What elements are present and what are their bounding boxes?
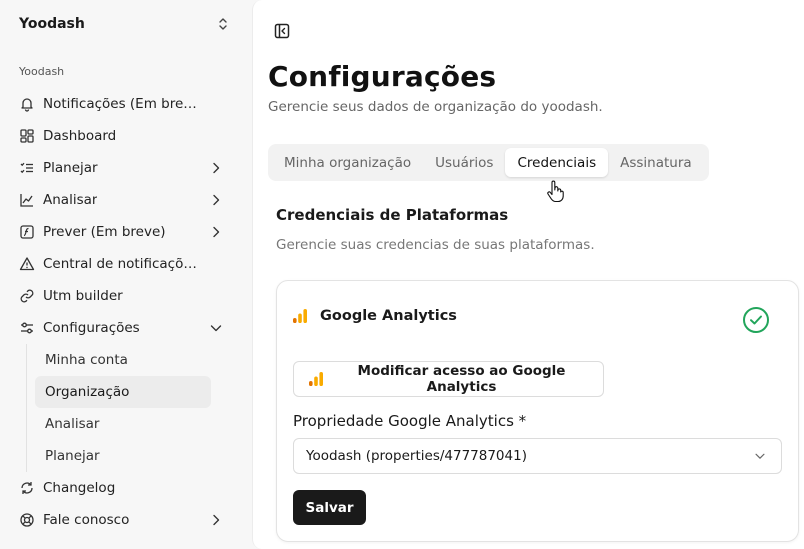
sidebar-item-label: Configurações xyxy=(43,320,140,336)
sidebar-item-label: Utm builder xyxy=(43,288,123,304)
section-title: Credenciais de Plataformas xyxy=(276,206,509,224)
chevron-right-icon xyxy=(208,192,224,208)
toggle-sidebar-icon[interactable] xyxy=(273,22,291,40)
check-circle-icon xyxy=(742,306,770,334)
bell-icon xyxy=(19,96,35,112)
card-title: Google Analytics xyxy=(320,308,457,324)
property-field-label: Propriedade Google Analytics * xyxy=(293,412,527,430)
tab-assinatura[interactable]: Assinatura xyxy=(608,148,704,177)
sidebar-item-label: Prever (Em breve) xyxy=(43,224,166,240)
refresh-icon xyxy=(19,480,35,496)
chevron-down-icon xyxy=(753,449,767,467)
chevron-right-icon xyxy=(208,512,224,528)
sidebar-item-configuracoes[interactable]: Configurações xyxy=(8,312,232,344)
main-content: Configurações Gerencie seus dados de org… xyxy=(252,0,804,549)
modify-button-label: Modificar acesso ao Google Analytics xyxy=(357,363,566,395)
save-button[interactable]: Salvar xyxy=(293,490,366,525)
sidebar-item-label: Notificações (Em breve) xyxy=(43,96,198,112)
sidebar-item-label: Planejar xyxy=(43,160,98,176)
sidebar-item-label: Central de notificações xyxy=(43,256,198,272)
settings-icon xyxy=(19,320,35,336)
tab-minha-organizacao[interactable]: Minha organização xyxy=(272,148,423,177)
sidebar-item-central-notificacoes[interactable]: Central de notificações xyxy=(8,248,232,280)
configuracoes-submenu: Minha conta Organização Analisar Planeja… xyxy=(26,344,232,472)
sidebar-item-dashboard[interactable]: Dashboard xyxy=(8,120,232,152)
property-select-value: Yoodash (properties/477787041) xyxy=(306,448,527,464)
warning-icon xyxy=(19,256,35,272)
property-select[interactable]: Yoodash (properties/477787041) xyxy=(293,438,782,474)
sidebar-item-analisar[interactable]: Analisar xyxy=(8,184,232,216)
sidebar: Yoodash Yoodash Notificações (Em breve) … xyxy=(0,0,250,549)
workspace-switcher[interactable]: Yoodash xyxy=(8,8,240,40)
card-header: Google Analytics xyxy=(292,308,457,324)
sidebar-item-utm-builder[interactable]: Utm builder xyxy=(8,280,232,312)
support-icon xyxy=(19,512,35,528)
submenu-item-planejar[interactable]: Planejar xyxy=(35,440,211,472)
sidebar-item-label: Analisar xyxy=(43,192,98,208)
google-analytics-logo-icon xyxy=(308,371,324,387)
google-analytics-card: Google Analytics Modificar acesso ao Goo… xyxy=(276,280,799,542)
submenu-item-organizacao[interactable]: Organização xyxy=(35,376,211,408)
line-chart-icon xyxy=(19,192,35,208)
link-icon xyxy=(19,288,35,304)
forecast-icon xyxy=(19,224,35,240)
list-check-icon xyxy=(19,160,35,176)
workspace-name: Yoodash xyxy=(19,16,85,32)
sidebar-item-label: Changelog xyxy=(43,480,116,496)
sidebar-group-label: Yoodash xyxy=(19,65,65,78)
modify-google-analytics-access-button[interactable]: Modificar acesso ao Google Analytics xyxy=(293,361,604,397)
section-description: Gerencie suas credencias de suas platafo… xyxy=(276,237,595,253)
sidebar-item-label: Fale conosco xyxy=(43,512,130,528)
sidebar-item-planejar[interactable]: Planejar xyxy=(8,152,232,184)
sidebar-item-changelog[interactable]: Changelog xyxy=(8,472,232,504)
sidebar-nav: Notificações (Em breve) Dashboard Planej… xyxy=(8,88,232,536)
settings-tabs: Minha organização Usuários Credenciais A… xyxy=(268,144,709,181)
dashboard-icon xyxy=(19,128,35,144)
submenu-item-minha-conta[interactable]: Minha conta xyxy=(35,344,211,376)
tab-usuarios[interactable]: Usuários xyxy=(423,148,505,177)
page-title: Configurações xyxy=(268,60,497,93)
chevrons-up-down-icon xyxy=(217,16,229,32)
sidebar-item-fale-conosco[interactable]: Fale conosco xyxy=(8,504,232,536)
chevron-right-icon xyxy=(208,224,224,240)
hand-cursor-icon xyxy=(546,180,564,204)
sidebar-item-label: Dashboard xyxy=(43,128,117,144)
sidebar-item-prever[interactable]: Prever (Em breve) xyxy=(8,216,232,248)
google-analytics-logo-icon xyxy=(292,308,308,324)
sidebar-item-notificacoes[interactable]: Notificações (Em breve) xyxy=(8,88,232,120)
chevron-down-icon xyxy=(208,320,224,336)
page-subtitle: Gerencie seus dados de organização do yo… xyxy=(268,99,603,115)
chevron-right-icon xyxy=(208,160,224,176)
tab-credenciais[interactable]: Credenciais xyxy=(505,148,609,177)
submenu-item-analisar[interactable]: Analisar xyxy=(35,408,211,440)
